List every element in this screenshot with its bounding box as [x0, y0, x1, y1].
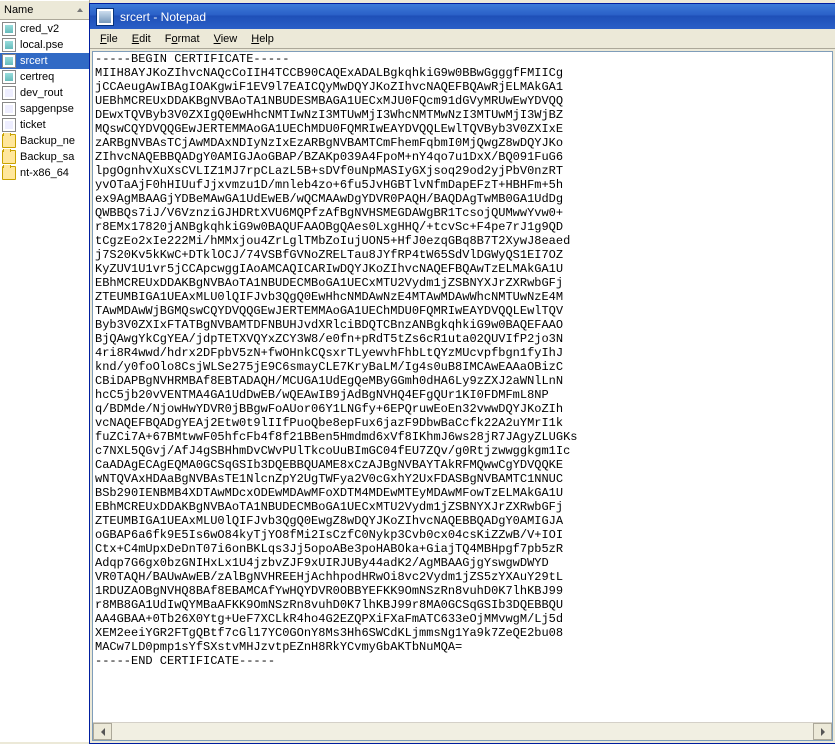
- scroll-left-button[interactable]: [93, 723, 112, 740]
- file-label: certreq: [20, 71, 54, 83]
- titlebar[interactable]: srcert - Notepad: [90, 4, 835, 29]
- certificate-icon: [2, 54, 16, 68]
- file-row-certreq[interactable]: certreq: [0, 69, 89, 85]
- certificate-icon: [2, 22, 16, 36]
- file-row-srcert[interactable]: srcert: [0, 53, 89, 69]
- column-header-name[interactable]: Name: [0, 0, 89, 20]
- file-label: Backup_sa: [20, 151, 74, 163]
- notepad-icon: [96, 8, 114, 26]
- folder-icon: [2, 150, 16, 164]
- file-row-Backup_sa[interactable]: Backup_sa: [0, 149, 89, 165]
- file-row-local.pse[interactable]: local.pse: [0, 37, 89, 53]
- document-icon: [2, 102, 16, 116]
- horizontal-scrollbar[interactable]: [93, 722, 832, 740]
- folder-icon: [2, 134, 16, 148]
- file-label: Backup_ne: [20, 135, 75, 147]
- file-label: local.pse: [20, 39, 63, 51]
- menu-view[interactable]: View: [208, 32, 244, 46]
- scroll-right-button[interactable]: [813, 723, 832, 740]
- file-row-Backup_ne[interactable]: Backup_ne: [0, 133, 89, 149]
- text-editor[interactable]: -----BEGIN CERTIFICATE----- MIIH8AYJKoZI…: [93, 52, 832, 723]
- file-row-sapgenpse[interactable]: sapgenpse: [0, 101, 89, 117]
- file-label: ticket: [20, 119, 46, 131]
- file-label: nt-x86_64: [20, 167, 69, 179]
- notepad-window: srcert - Notepad File Edit Format View H…: [89, 3, 835, 744]
- file-tree-panel: Name cred_v2 local.pse srcert certreq dev_ro…: [0, 0, 90, 742]
- menu-help[interactable]: Help: [245, 32, 280, 46]
- certificate-icon: [2, 70, 16, 84]
- arrow-left-icon: [101, 728, 105, 736]
- window-title: srcert - Notepad: [120, 10, 206, 24]
- menu-format[interactable]: Format: [159, 32, 206, 46]
- file-label: cred_v2: [20, 23, 59, 35]
- file-list: cred_v2 local.pse srcert certreq dev_routsap…: [0, 20, 89, 182]
- sort-asc-icon: [77, 8, 83, 12]
- file-label: sapgenpse: [20, 103, 74, 115]
- file-row-nt-x86_64[interactable]: nt-x86_64: [0, 165, 89, 181]
- menu-file[interactable]: File: [94, 32, 124, 46]
- file-label: srcert: [20, 55, 48, 67]
- certificate-icon: [2, 38, 16, 52]
- file-label: dev_rout: [20, 87, 63, 99]
- folder-icon: [2, 166, 16, 180]
- document-icon: [2, 86, 16, 100]
- menu-edit[interactable]: Edit: [126, 32, 157, 46]
- document-icon: [2, 118, 16, 132]
- file-row-dev_rout[interactable]: dev_rout: [0, 85, 89, 101]
- arrow-right-icon: [821, 728, 825, 736]
- file-row-cred_v2[interactable]: cred_v2: [0, 21, 89, 37]
- file-row-ticket[interactable]: ticket: [0, 117, 89, 133]
- editor-area: -----BEGIN CERTIFICATE----- MIIH8AYJKoZI…: [92, 51, 833, 741]
- menubar: File Edit Format View Help: [90, 29, 835, 49]
- column-header-name-label: Name: [4, 1, 33, 19]
